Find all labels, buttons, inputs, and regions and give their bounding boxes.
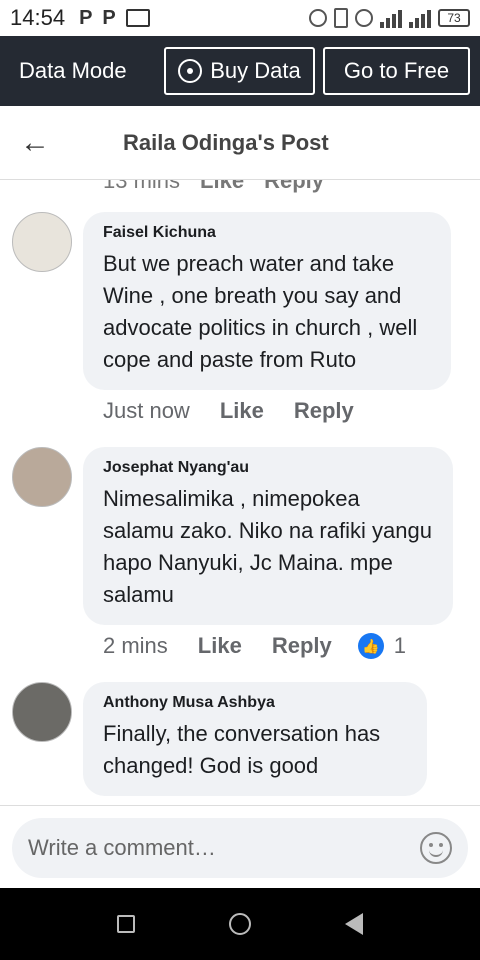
comment-input-container[interactable]	[12, 818, 468, 878]
vibrate-icon	[334, 8, 348, 28]
buy-data-button[interactable]: Buy Data	[164, 47, 315, 95]
home-icon[interactable]	[229, 913, 251, 935]
reaction-count: 1	[393, 633, 406, 658]
comment-author[interactable]: Josephat Nyang'au	[103, 459, 433, 477]
signal-icon-2	[409, 8, 431, 28]
avatar[interactable]	[12, 447, 72, 507]
broadcast-icon	[178, 59, 203, 83]
comment-time: Just now	[103, 398, 190, 423]
data-mode-bar: Data Mode Buy Data Go to Free	[0, 36, 480, 106]
status-bar: 14:54 P P 73	[0, 0, 480, 36]
emoji-icon[interactable]	[420, 832, 452, 864]
comments-list[interactable]: 13 mins Like Reply Faisel Kichuna But we…	[0, 180, 480, 805]
system-nav-bar	[0, 888, 480, 960]
do-not-disturb-icon	[355, 9, 373, 27]
like-link[interactable]: Like	[220, 398, 264, 424]
comment-text: Nimesalimika , nimepokea salamu zako. Ni…	[103, 486, 432, 607]
like-link[interactable]: Like	[200, 180, 244, 194]
reaction-summary[interactable]: 👍 1	[357, 633, 406, 659]
back-arrow-icon[interactable]: ←	[0, 106, 70, 180]
reply-link[interactable]: Reply	[294, 398, 354, 424]
p-notification-icon: P	[79, 6, 93, 29]
system-icons: 73	[309, 8, 470, 28]
page-title: Raila Odinga's Post	[123, 129, 329, 155]
data-mode-label: Data Mode	[19, 58, 127, 83]
comment-composer	[0, 805, 480, 888]
thumbs-up-icon: 👍	[357, 633, 384, 659]
signal-icon	[380, 8, 402, 28]
comment-bubble[interactable]: Anthony Musa Ashbya Finally, the convers…	[83, 682, 427, 796]
battery-icon: 73	[438, 9, 470, 27]
comment-time: 2 mins	[103, 633, 168, 658]
like-link[interactable]: Like	[198, 633, 242, 659]
recent-apps-icon[interactable]	[117, 915, 135, 933]
avatar[interactable]	[12, 212, 72, 272]
avatar[interactable]	[12, 682, 72, 742]
partial-comment-actions: 13 mins Like Reply	[103, 180, 324, 194]
comment-text: But we preach water and take Wine , one …	[103, 251, 418, 372]
reply-link[interactable]: Reply	[264, 180, 324, 194]
comment-author[interactable]: Faisel Kichuna	[103, 224, 431, 242]
activity-icon	[125, 9, 150, 27]
data-saver-icon	[309, 9, 327, 27]
comment-actions: 2 mins Like Reply 👍 1	[103, 633, 406, 659]
comment-text: Finally, the conversation has changed! G…	[103, 721, 381, 778]
comment-time: 13 mins	[103, 180, 181, 193]
back-icon[interactable]	[345, 913, 363, 935]
comment-input[interactable]	[28, 835, 420, 861]
comment-actions: Just now Like Reply	[103, 398, 384, 424]
comment-bubble[interactable]: Josephat Nyang'au Nimesalimika , nimepok…	[83, 447, 453, 625]
notification-icons: P P	[79, 7, 150, 30]
go-to-free-button[interactable]: Go to Free	[323, 47, 470, 95]
p-notification-icon-2: P	[102, 6, 116, 29]
reply-link[interactable]: Reply	[272, 633, 332, 659]
comment-author[interactable]: Anthony Musa Ashbya	[103, 694, 407, 712]
buy-data-label: Buy Data	[210, 58, 301, 83]
comment-bubble[interactable]: Faisel Kichuna But we preach water and t…	[83, 212, 451, 390]
post-header: ← Raila Odinga's Post	[0, 106, 480, 180]
status-time: 14:54	[10, 5, 66, 30]
